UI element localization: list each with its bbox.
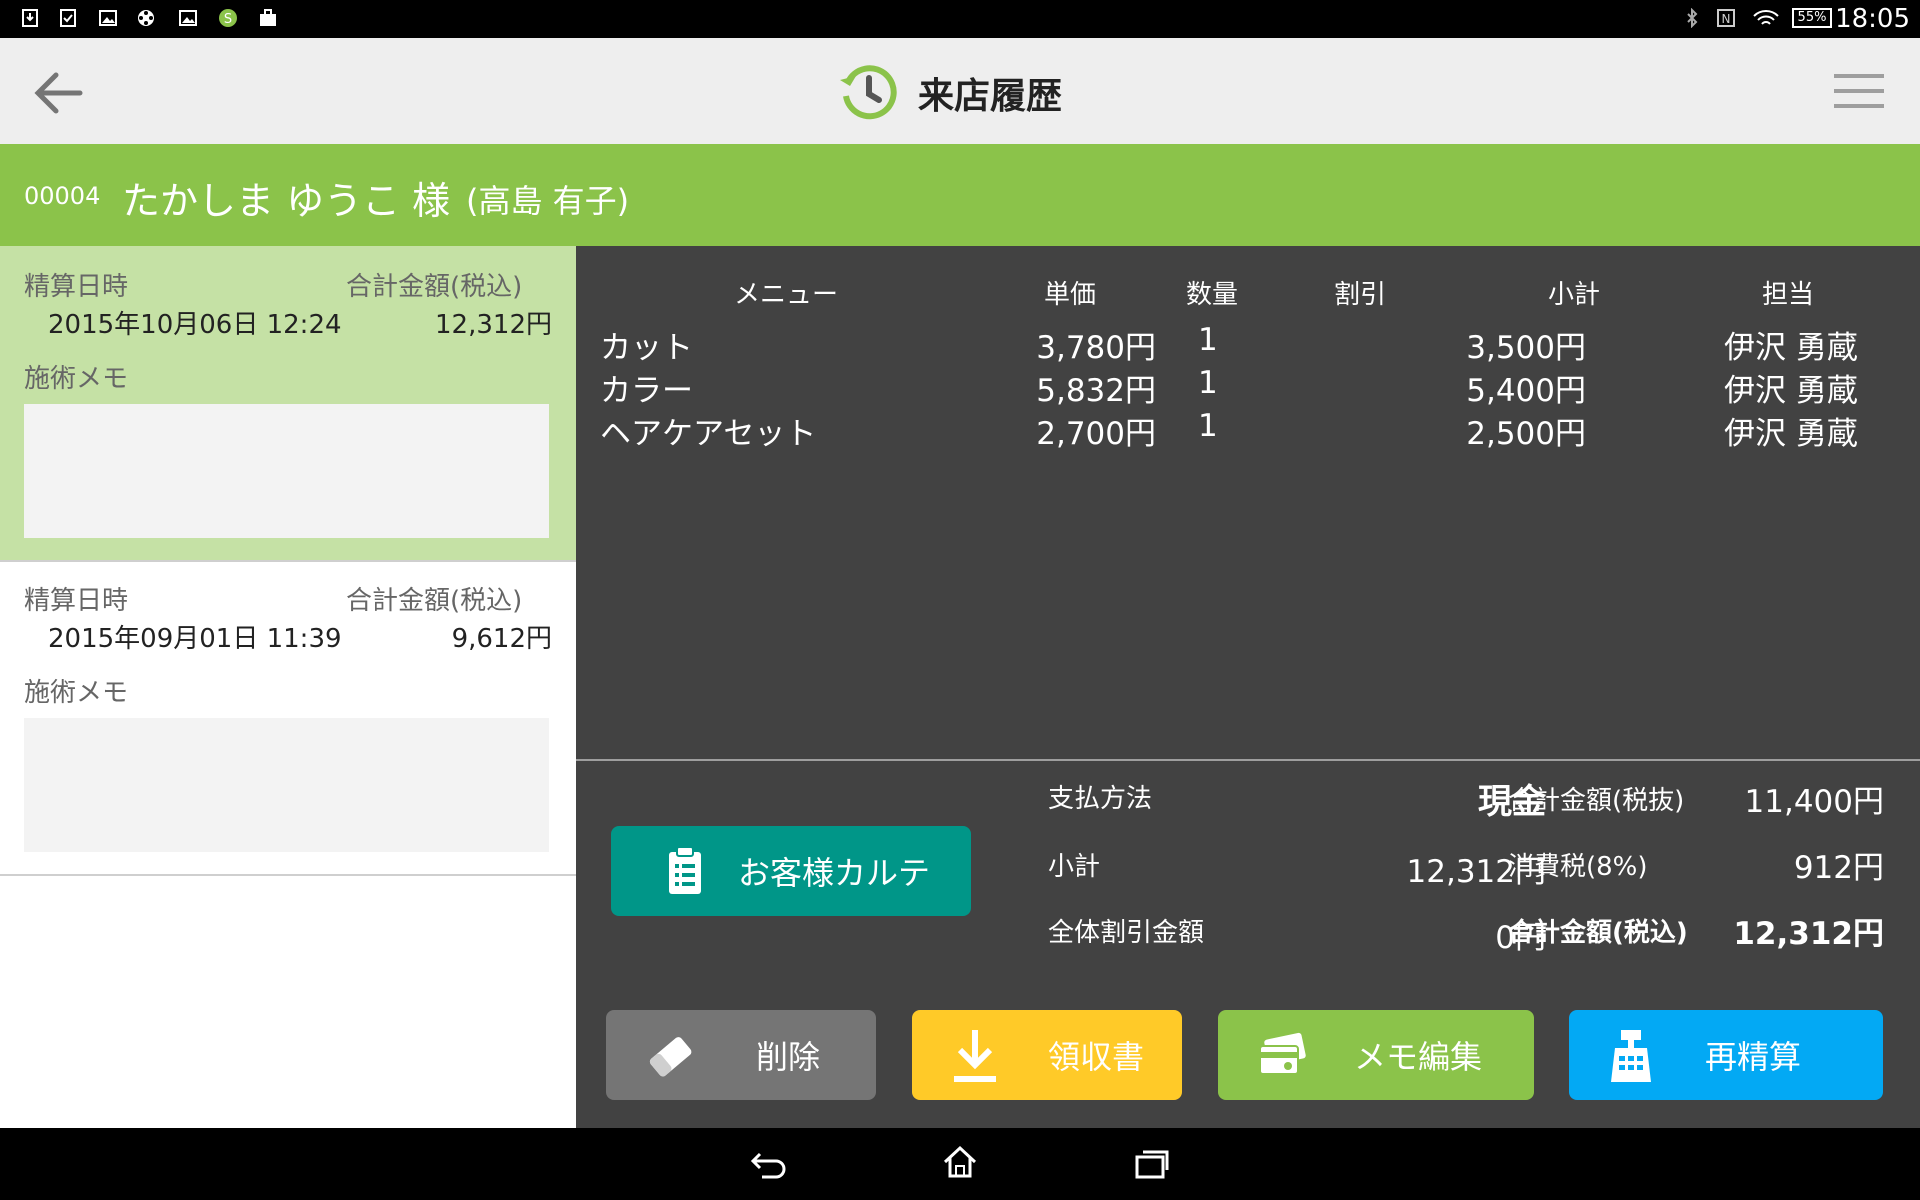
nav-recents-icon[interactable]: [1134, 1148, 1170, 1180]
total-label: 合計金額(税込): [346, 272, 523, 302]
card-icon: [1259, 1032, 1306, 1075]
status-bar: S N 55% 18:05: [0, 0, 1920, 38]
row-menu: カット: [600, 330, 693, 366]
svg-text:S: S: [224, 12, 232, 27]
memo-edit-label: メモ編集: [1354, 1038, 1483, 1076]
customer-bar: 00004 たかしま ゆうこ 様 (高島 有子): [0, 144, 1920, 246]
total-label: 合計金額(税込): [346, 586, 523, 616]
history-list: 精算日時 合計金額(税込) 2015年10月06日 12:24 12,312円 …: [0, 246, 577, 1128]
briefcase-check-icon: [260, 9, 276, 26]
nfc-icon: N: [1717, 9, 1735, 27]
nav-home-icon[interactable]: [942, 1144, 978, 1180]
pre-tax-total-label: 合計金額(税抜): [1508, 786, 1685, 816]
recalculate-button[interactable]: 再精算: [1569, 1010, 1883, 1100]
col-header-subtotal: 小計: [1548, 280, 1601, 310]
row-subtotal: 3,500円: [1466, 330, 1586, 366]
customer-karte-label: お客様カルテ: [738, 854, 931, 892]
memo-box: [24, 718, 549, 852]
row-staff: 伊沢 勇蔵: [1724, 416, 1858, 452]
app-s-icon: S: [219, 9, 237, 27]
wifi-icon: [1753, 10, 1779, 25]
memo-label: 施術メモ: [24, 678, 129, 708]
memo-label: 施術メモ: [24, 364, 129, 394]
section-divider: [576, 759, 1920, 761]
task-notification-icon: [60, 9, 76, 27]
subtotal-label: 小計: [1048, 852, 1101, 882]
row-menu: ヘアケアセット: [600, 416, 817, 452]
tax-value: 912円: [1793, 850, 1884, 886]
receipt-button[interactable]: 領収書: [912, 1010, 1182, 1100]
row-quantity: 1: [1198, 408, 1218, 444]
col-header-staff: 担当: [1762, 280, 1815, 310]
row-quantity: 1: [1198, 322, 1218, 358]
col-header-menu: メニュー: [734, 280, 839, 310]
history-item[interactable]: 精算日時 合計金額(税込) 2015年09月01日 11:39 9,612円 施…: [0, 560, 576, 876]
delete-button[interactable]: 削除: [606, 1010, 876, 1100]
register-icon: [1611, 1030, 1651, 1082]
overall-discount-label: 全体割引金額: [1048, 918, 1205, 948]
delete-label: 削除: [756, 1038, 821, 1076]
navigation-bar: [0, 1128, 1920, 1200]
menu-hamburger-icon[interactable]: [1834, 70, 1884, 112]
visit-date: 2015年10月06日 12:24: [48, 310, 342, 340]
svg-text:N: N: [1722, 12, 1731, 26]
payment-method-label: 支払方法: [1048, 784, 1153, 814]
film-reel-icon: [138, 10, 154, 26]
total-with-tax-value: 12,312円: [1733, 916, 1884, 952]
row-subtotal: 5,400円: [1466, 373, 1586, 409]
row-quantity: 1: [1198, 365, 1218, 401]
pre-tax-total-value: 11,400円: [1744, 784, 1884, 820]
history-item-selected[interactable]: 精算日時 合計金額(税込) 2015年10月06日 12:24 12,312円 …: [0, 246, 576, 562]
clock: 18:05: [1835, 4, 1910, 34]
eraser-icon: [649, 1037, 692, 1077]
date-label: 精算日時: [24, 272, 129, 302]
recalculate-label: 再精算: [1705, 1038, 1802, 1076]
customer-kanji-name: (高島 有子): [466, 182, 630, 220]
date-label: 精算日時: [24, 586, 129, 616]
col-header-unit-price: 単価: [1044, 280, 1097, 310]
image-notification-icon-2: [179, 10, 197, 26]
memo-edit-button[interactable]: メモ編集: [1218, 1010, 1534, 1100]
memo-box: [24, 404, 549, 538]
download-icon: [954, 1030, 996, 1082]
page-title: 来店履歴: [918, 76, 1063, 117]
bluetooth-icon: [1687, 8, 1698, 28]
row-staff: 伊沢 勇蔵: [1724, 373, 1858, 409]
app-bar: 来店履歴: [0, 38, 1920, 145]
receipt-label: 領収書: [1048, 1038, 1145, 1076]
visit-detail-panel: メニュー 単価 数量 割引 小計 担当 カット 3,780円 1 3,500円 …: [576, 246, 1920, 1128]
download-notification-icon: [22, 9, 38, 27]
visit-total: 9,612円: [451, 624, 552, 654]
image-notification-icon: [99, 10, 117, 26]
row-unit-price: 2,700円: [1036, 416, 1156, 452]
row-unit-price: 5,832円: [1036, 373, 1156, 409]
clipboard-icon: [669, 846, 701, 894]
row-subtotal: 2,500円: [1466, 416, 1586, 452]
customer-karte-button[interactable]: お客様カルテ: [611, 826, 971, 916]
col-header-quantity: 数量: [1186, 280, 1239, 310]
col-header-discount: 割引: [1334, 280, 1387, 310]
row-staff: 伊沢 勇蔵: [1724, 330, 1858, 366]
row-unit-price: 3,780円: [1036, 330, 1156, 366]
history-clock-icon: [840, 65, 897, 120]
title-group: 来店履歴: [838, 60, 1062, 126]
customer-id: 00004: [24, 182, 101, 210]
back-arrow-icon[interactable]: [30, 68, 84, 118]
total-with-tax-label: 合計金額(税込): [1508, 918, 1688, 948]
tax-label: 消費税(8%): [1508, 852, 1648, 882]
visit-date: 2015年09月01日 11:39: [48, 624, 342, 654]
battery-indicator: 55%: [1792, 8, 1832, 28]
row-menu: カラー: [600, 373, 693, 409]
customer-name: たかしま ゆうこ 様: [122, 179, 451, 223]
visit-total: 12,312円: [435, 310, 552, 340]
nav-back-icon[interactable]: [750, 1148, 788, 1180]
